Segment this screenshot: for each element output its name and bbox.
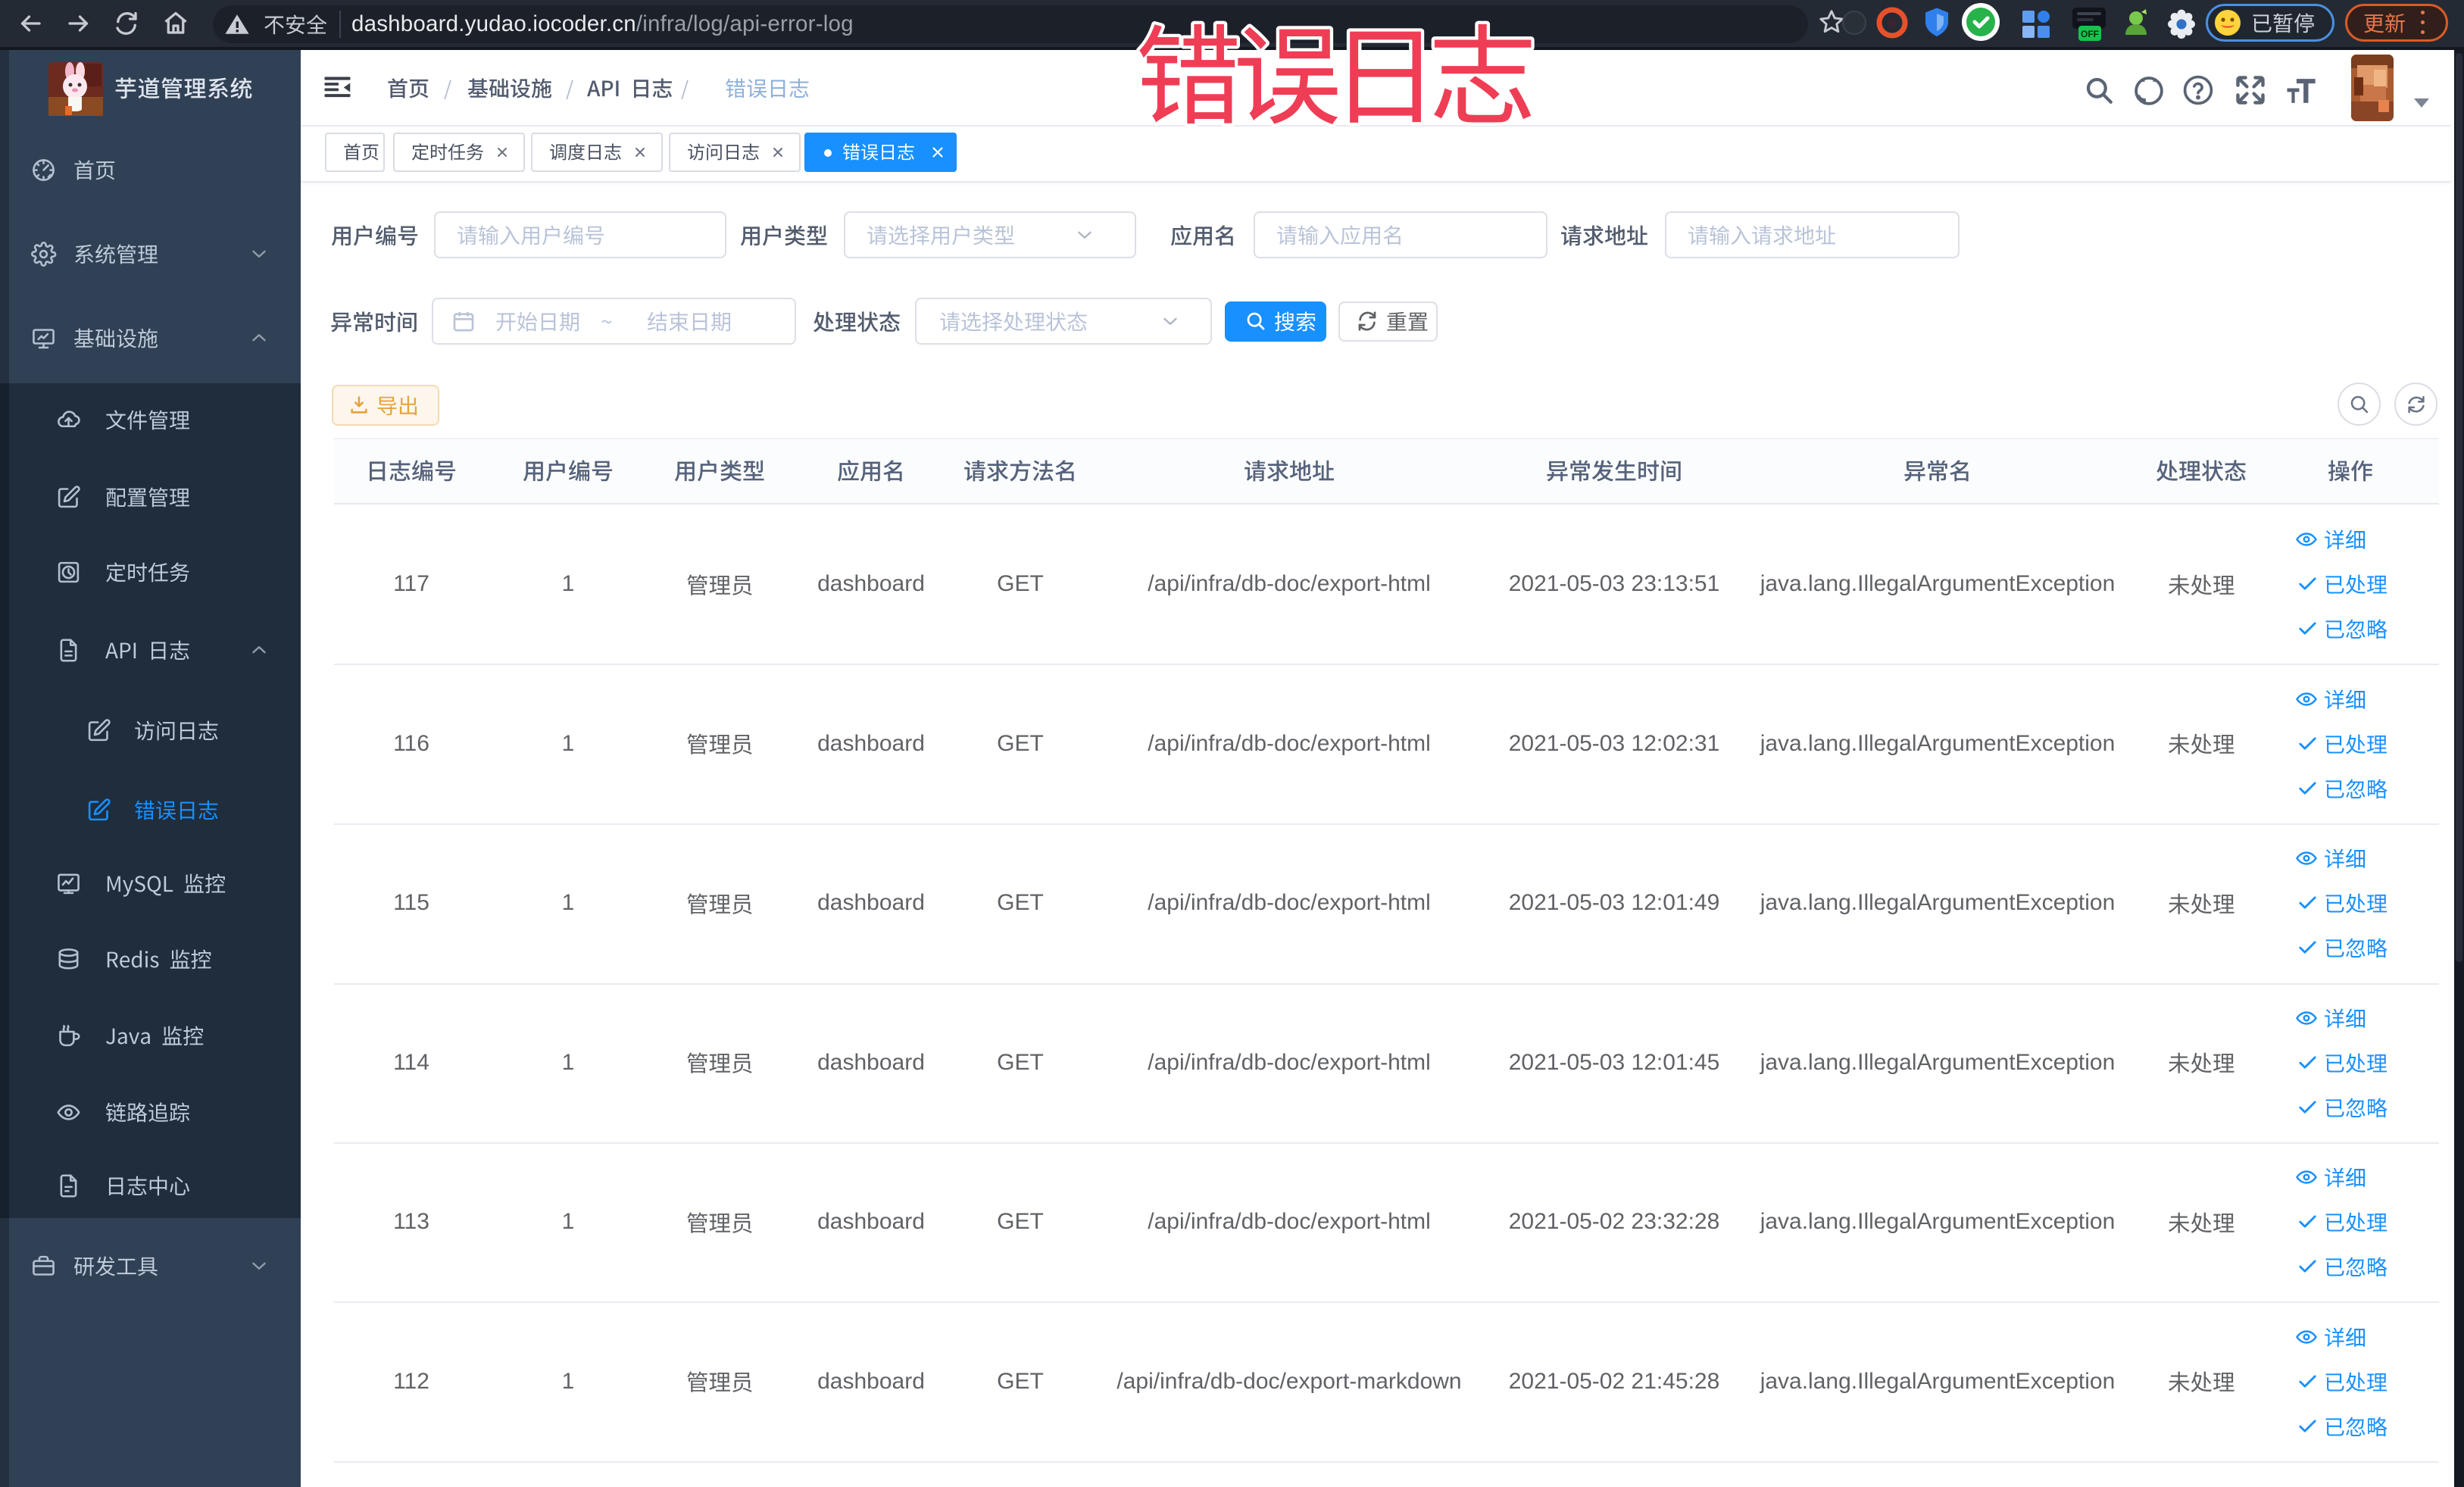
svg-text:OFF: OFF bbox=[2081, 29, 2099, 39]
